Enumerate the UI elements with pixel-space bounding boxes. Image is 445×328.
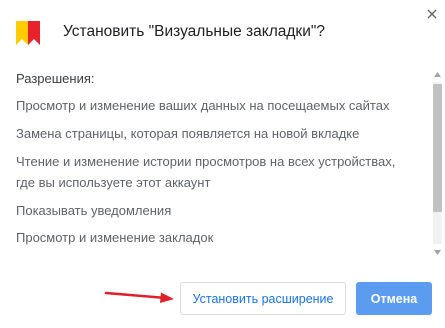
close-button[interactable] bbox=[424, 6, 440, 22]
permissions-scrollbar[interactable] bbox=[430, 68, 445, 258]
dialog-header: Установить "Визуальные закладки"? bbox=[0, 0, 445, 60]
annotation-arrow-icon bbox=[104, 291, 174, 303]
permission-item: Просмотр и изменение ваших данных на пос… bbox=[16, 98, 390, 113]
footer-divider bbox=[0, 257, 445, 258]
scroll-up-button[interactable] bbox=[430, 68, 445, 80]
cancel-button[interactable]: Отмена bbox=[356, 282, 432, 315]
scroll-up-icon bbox=[434, 71, 441, 77]
permission-item: Просмотр и изменение закладок bbox=[16, 230, 214, 245]
close-icon bbox=[427, 9, 437, 19]
extension-install-dialog: Установить "Визуальные закладки"? Разреш… bbox=[0, 0, 445, 328]
scroll-thumb[interactable] bbox=[433, 84, 442, 212]
permission-item: Показывать уведомления bbox=[16, 203, 172, 218]
scroll-down-icon bbox=[434, 249, 441, 255]
dialog-title: Установить "Визуальные закладки"? bbox=[63, 23, 325, 40]
permissions-heading: Разрешения: bbox=[16, 71, 95, 86]
permissions-panel: Разрешения: Просмотр и изменение ваших д… bbox=[0, 60, 445, 256]
permission-item: Чтение и изменение истории просмотров на… bbox=[16, 154, 396, 190]
yandex-bookmark-icon bbox=[16, 21, 40, 45]
install-extension-button[interactable]: Установить расширение bbox=[180, 282, 346, 315]
permission-item: Замена страницы, которая появляется на н… bbox=[16, 126, 360, 141]
